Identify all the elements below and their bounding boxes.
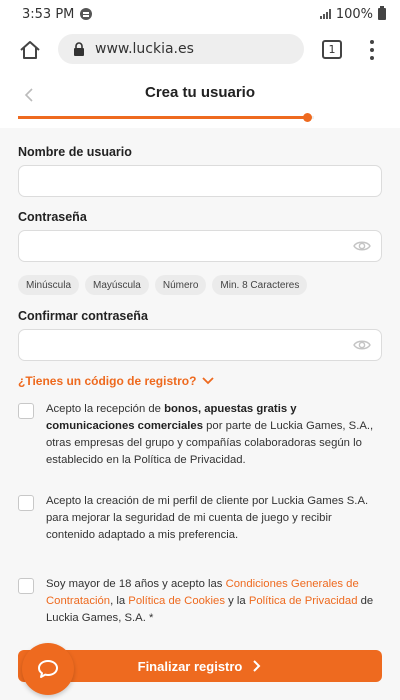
- eye-icon[interactable]: [353, 239, 371, 253]
- marketing-consent-row: Acepto la recepción de bonos, apuestas g…: [18, 401, 382, 469]
- chat-button[interactable]: [22, 643, 74, 695]
- lock-icon: [74, 42, 84, 56]
- password-label: Contraseña: [18, 210, 87, 224]
- notification-icon: [80, 8, 93, 20]
- privacy-policy-link[interactable]: Política de Privacidad: [249, 595, 358, 607]
- registration-code-text: ¿Tienes un código de registro?: [18, 374, 197, 388]
- terms-consent-checkbox[interactable]: [18, 578, 34, 594]
- page-title: Crea tu usuario: [144, 84, 256, 101]
- status-bar: 3:53 PM 100%: [0, 0, 400, 28]
- cookies-policy-link[interactable]: Política de Cookies: [128, 595, 225, 607]
- profile-consent-row: Acepto la creación de mi perfil de clien…: [18, 493, 382, 544]
- marketing-consent-checkbox[interactable]: [18, 403, 34, 419]
- chevron-down-icon: [202, 377, 215, 385]
- status-right: 100%: [319, 6, 386, 22]
- submit-label: Finalizar registro: [137, 658, 243, 674]
- username-input[interactable]: [18, 165, 382, 197]
- url-text: www.luckia.es: [95, 41, 194, 57]
- url-bar[interactable]: www.luckia.es: [58, 34, 304, 64]
- home-icon[interactable]: [16, 36, 44, 64]
- chat-icon: [38, 660, 58, 678]
- password-input[interactable]: [18, 230, 382, 262]
- password-requirements: Minúscula Mayúscula Número Min. 8 Caract…: [18, 275, 308, 295]
- progress-indicator: [303, 113, 312, 122]
- tab-switcher-icon[interactable]: 1: [322, 40, 342, 59]
- page-header: Crea tu usuario: [0, 74, 400, 124]
- confirm-password-input[interactable]: [18, 329, 382, 361]
- hint-uppercase: Mayúscula: [85, 275, 149, 295]
- username-label: Nombre de usuario: [18, 145, 132, 159]
- hint-number: Número: [154, 275, 207, 295]
- profile-consent-checkbox[interactable]: [18, 495, 34, 511]
- kebab-menu-icon[interactable]: [364, 38, 380, 62]
- confirm-password-label: Confirmar contraseña: [18, 309, 148, 323]
- progress-fill: [18, 116, 308, 119]
- battery-level: 100%: [335, 6, 373, 22]
- eye-icon[interactable]: [353, 338, 371, 352]
- chevron-right-icon: [253, 660, 261, 672]
- browser-toolbar: www.luckia.es 1: [0, 28, 400, 72]
- marketing-consent-text: Acepto la recepción de bonos, apuestas g…: [46, 403, 374, 466]
- terms-consent-text: Soy mayor de 18 años y acepto las Condic…: [46, 578, 374, 624]
- progress-bar: [18, 113, 314, 122]
- terms-consent-row: Soy mayor de 18 años y acepto las Condic…: [18, 576, 382, 627]
- signal-icon: [319, 9, 331, 19]
- registration-code-link[interactable]: ¿Tienes un código de registro?: [18, 374, 215, 388]
- profile-consent-text: Acepto la creación de mi perfil de clien…: [46, 495, 369, 541]
- status-time: 3:53 PM: [22, 6, 75, 22]
- hint-lowercase: Minúscula: [18, 275, 80, 295]
- battery-icon: [378, 6, 386, 20]
- registration-form: Nombre de usuario Contraseña Minúscula M…: [0, 128, 400, 700]
- hint-min-length: Min. 8 Caracteres: [212, 275, 308, 295]
